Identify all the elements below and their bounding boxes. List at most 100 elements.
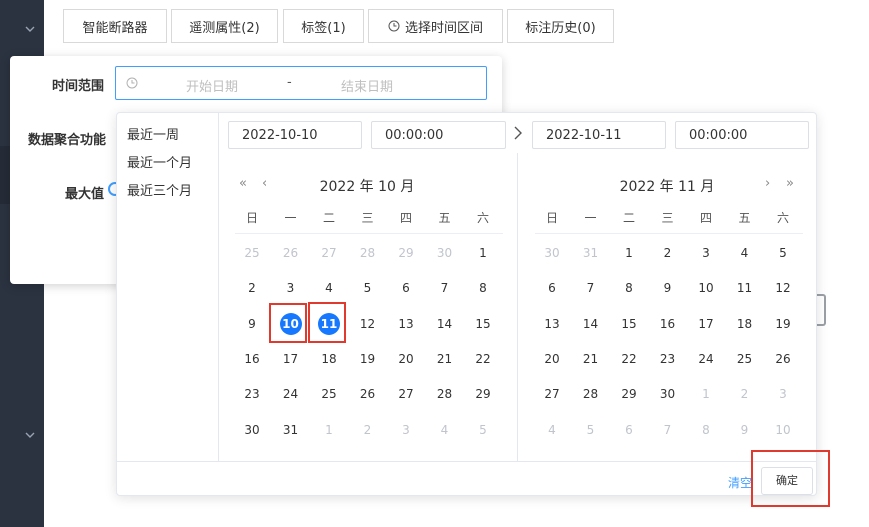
calendar-day[interactable]: 3 [691, 241, 721, 265]
calendar-day[interactable]: 6 [391, 276, 421, 300]
prev-year-icon[interactable]: « [239, 176, 247, 191]
calendar-day[interactable]: 18 [730, 312, 760, 336]
calendar-day[interactable]: 5 [468, 418, 498, 442]
calendar-day[interactable]: 21 [430, 347, 460, 371]
calendar-day[interactable]: 22 [614, 347, 644, 371]
calendar-day[interactable]: 10 [768, 418, 798, 442]
calendar-day[interactable]: 26 [768, 347, 798, 371]
calendar-day[interactable]: 15 [614, 312, 644, 336]
calendar-day[interactable]: 30 [237, 418, 267, 442]
calendar-day[interactable]: 23 [653, 347, 683, 371]
calendar-day[interactable]: 2 [237, 276, 267, 300]
calendar-day[interactable]: 1 [468, 241, 498, 265]
calendar-day[interactable]: 19 [768, 312, 798, 336]
next-year-icon[interactable]: » [786, 176, 794, 191]
calendar-day[interactable]: 27 [537, 382, 567, 406]
calendar-day[interactable]: 5 [353, 276, 383, 300]
calendar-day[interactable]: 26 [276, 241, 306, 265]
tab-telemetry[interactable]: 遥测属性(2) [171, 9, 278, 43]
calendar-day[interactable]: 28 [576, 382, 606, 406]
calendar-day[interactable]: 25 [237, 241, 267, 265]
shortcut-last-three-months[interactable]: 最近三个月 [127, 180, 192, 199]
calendar-day[interactable]: 17 [276, 347, 306, 371]
calendar-day[interactable]: 1 [314, 418, 344, 442]
calendar-day[interactable]: 17 [691, 312, 721, 336]
calendar-day[interactable]: 8 [691, 418, 721, 442]
calendar-day[interactable]: 13 [391, 312, 421, 336]
tab-tags[interactable]: 标签(1) [283, 9, 364, 43]
calendar-day[interactable]: 3 [276, 276, 306, 300]
calendar-day[interactable]: 29 [614, 382, 644, 406]
calendar-day[interactable]: 9 [237, 312, 267, 336]
calendar-day[interactable]: 6 [537, 276, 567, 300]
calendar-day[interactable]: 2 [353, 418, 383, 442]
calendar-day[interactable]: 30 [653, 382, 683, 406]
calendar-day[interactable]: 20 [537, 347, 567, 371]
next-month-icon[interactable]: › [765, 176, 770, 191]
calendar-day[interactable]: 31 [576, 241, 606, 265]
calendar-day[interactable]: 2 [653, 241, 683, 265]
calendar-day[interactable]: 16 [237, 347, 267, 371]
calendar-day[interactable]: 14 [430, 312, 460, 336]
chevron-down-icon[interactable] [24, 430, 36, 442]
calendar-day[interactable]: 8 [614, 276, 644, 300]
date-range-input[interactable]: 开始日期 - 结束日期 [115, 66, 487, 100]
calendar-day[interactable]: 16 [653, 312, 683, 336]
calendar-day[interactable]: 3 [768, 382, 798, 406]
calendar-day[interactable]: 5 [576, 418, 606, 442]
calendar-day[interactable]: 20 [391, 347, 421, 371]
calendar-day[interactable]: 7 [653, 418, 683, 442]
calendar-day[interactable]: 29 [391, 241, 421, 265]
calendar-day[interactable]: 7 [576, 276, 606, 300]
calendar-day[interactable]: 4 [314, 276, 344, 300]
calendar-day[interactable]: 9 [730, 418, 760, 442]
calendar-day[interactable]: 30 [430, 241, 460, 265]
calendar-day[interactable]: 29 [468, 382, 498, 406]
start-date-placeholder[interactable]: 开始日期 [186, 76, 238, 95]
calendar-day[interactable]: 4 [430, 418, 460, 442]
calendar-day[interactable]: 31 [276, 418, 306, 442]
calendar-day[interactable]: 21 [576, 347, 606, 371]
calendar-day[interactable]: 4 [730, 241, 760, 265]
calendar-day[interactable]: 6 [614, 418, 644, 442]
calendar-day[interactable]: 25 [730, 347, 760, 371]
calendar-day[interactable]: 27 [391, 382, 421, 406]
calendar-day[interactable]: 11 [730, 276, 760, 300]
calendar-day[interactable]: 24 [276, 382, 306, 406]
calendar-day[interactable]: 8 [468, 276, 498, 300]
calendar-day[interactable]: 5 [768, 241, 798, 265]
calendar-day[interactable]: 26 [353, 382, 383, 406]
end-date-placeholder[interactable]: 结束日期 [341, 76, 393, 95]
calendar-day[interactable]: 3 [391, 418, 421, 442]
shortcut-last-week[interactable]: 最近一周 [127, 124, 179, 143]
calendar-day[interactable]: 1 [691, 382, 721, 406]
end-time-input[interactable]: 00:00:00 [675, 121, 809, 149]
start-time-input[interactable]: 00:00:00 [371, 121, 506, 149]
calendar-day[interactable]: 4 [537, 418, 567, 442]
clear-button[interactable]: 清空 [728, 474, 752, 491]
calendar-day[interactable]: 2 [730, 382, 760, 406]
shortcut-last-month[interactable]: 最近一个月 [127, 152, 192, 171]
calendar-day[interactable]: 19 [353, 347, 383, 371]
tab-select-time-range[interactable]: 选择时间区间 [368, 9, 503, 43]
calendar-day[interactable]: 27 [314, 241, 344, 265]
tab-smart-breaker[interactable]: 智能断路器 [63, 9, 167, 43]
calendar-day[interactable]: 12 [768, 276, 798, 300]
calendar-day[interactable]: 1 [614, 241, 644, 265]
calendar-day[interactable]: 10 [691, 276, 721, 300]
end-date-input[interactable]: 2022-10-11 [532, 121, 666, 149]
calendar-day[interactable]: 23 [237, 382, 267, 406]
calendar-day[interactable]: 15 [468, 312, 498, 336]
calendar-day[interactable]: 30 [537, 241, 567, 265]
tab-annotation-history[interactable]: 标注历史(0) [507, 9, 614, 43]
calendar-day[interactable]: 28 [430, 382, 460, 406]
calendar-day[interactable]: 7 [430, 276, 460, 300]
chevron-down-icon[interactable] [24, 24, 36, 36]
calendar-day[interactable]: 13 [537, 312, 567, 336]
calendar-day[interactable]: 14 [576, 312, 606, 336]
start-date-input[interactable]: 2022-10-10 [228, 121, 362, 149]
calendar-day[interactable]: 22 [468, 347, 498, 371]
calendar-day[interactable]: 9 [653, 276, 683, 300]
calendar-day[interactable]: 12 [353, 312, 383, 336]
calendar-day[interactable]: 25 [314, 382, 344, 406]
